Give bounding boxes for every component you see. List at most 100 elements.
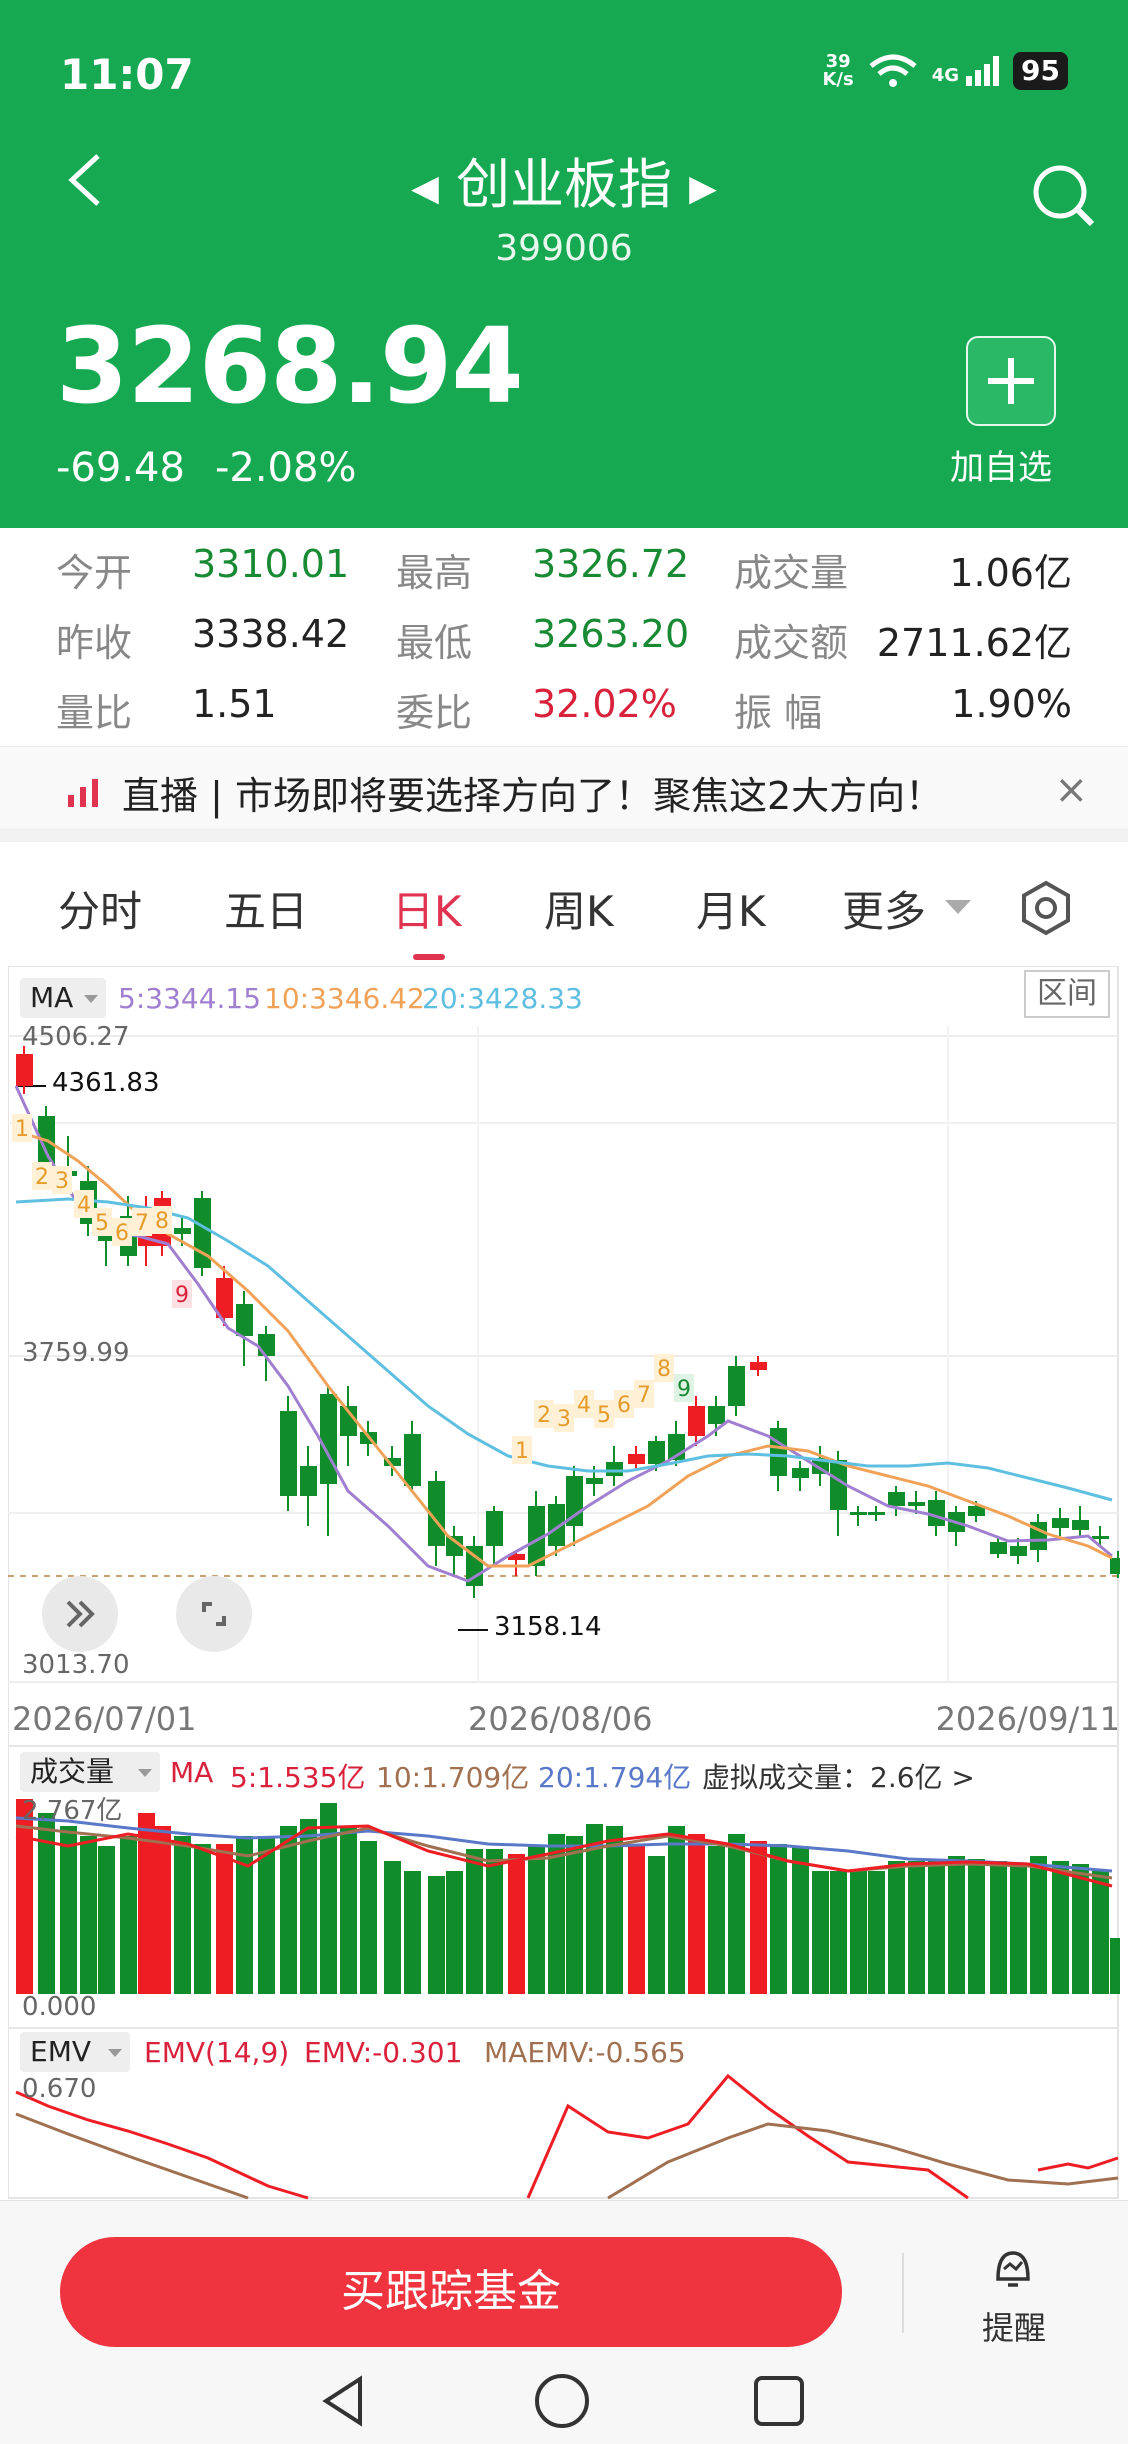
count-label: 7: [135, 1211, 149, 1236]
candle-body: [258, 1334, 275, 1356]
date-label: 2026/07/01: [12, 1700, 197, 1738]
prev-stock-icon[interactable]: ◀: [411, 168, 439, 209]
tab-more[interactable]: 更多: [842, 878, 926, 939]
count-label: 7: [637, 1383, 651, 1408]
volume-bar: [508, 1854, 525, 1994]
maemv-value: MAEMV:-0.565: [484, 2036, 686, 2069]
tab-weekly-k[interactable]: 周K: [544, 878, 614, 939]
volume-bar: [566, 1836, 583, 1994]
count-label: 5: [597, 1403, 611, 1428]
candle-body: [1072, 1520, 1089, 1530]
buy-fund-button[interactable]: 买跟踪基金: [60, 2237, 842, 2347]
stat-value: 32.02%: [532, 682, 677, 726]
volume-bar: [98, 1846, 115, 1994]
volume-bar: [688, 1834, 705, 1994]
candle-body: [628, 1454, 645, 1464]
vol-ma5-legend: 5:1.535亿: [230, 1761, 366, 1794]
volume-bar: [606, 1826, 623, 1994]
volume-bar: [340, 1826, 357, 1994]
count-label: 6: [617, 1393, 631, 1418]
stat-value: 3338.42: [192, 612, 350, 656]
emv-selector[interactable]: EMV: [20, 2032, 130, 2072]
vol-ma20-legend: 20:1.794亿: [538, 1761, 692, 1794]
volume-bar: [868, 1871, 885, 1994]
volume-bar: [280, 1826, 297, 1994]
vol-axis-zero: 0.000: [22, 1992, 97, 2022]
expand-button[interactable]: [42, 1576, 118, 1652]
count-label: 4: [577, 1393, 591, 1418]
nav-back-icon[interactable]: [318, 2373, 368, 2429]
emv-line-c: [1037, 2156, 1119, 2172]
net-speed: 39 K/s: [822, 51, 854, 90]
stat-label: 今开: [56, 551, 133, 595]
volume-bar: [428, 1876, 445, 1994]
news-text[interactable]: 直播 | 市场即将要选择方向了！聚焦这2大方向！: [122, 765, 943, 820]
fullscreen-button[interactable]: [176, 1576, 252, 1652]
close-icon[interactable]: ×: [1054, 767, 1088, 813]
add-watchlist-label[interactable]: 加自选: [950, 440, 1052, 489]
tab-intraday[interactable]: 分时: [58, 878, 142, 939]
volume-bar: [888, 1861, 905, 1994]
range-button[interactable]: 区间: [1024, 970, 1110, 1018]
count-label: 9: [677, 1377, 691, 1402]
next-stock-icon[interactable]: ▶: [689, 168, 717, 209]
candle-body: [990, 1542, 1007, 1554]
stat-label: 成交量: [734, 551, 849, 595]
candle-body: [750, 1362, 767, 1370]
volume-bar: [60, 1826, 77, 1994]
low-marker: 3158.14: [494, 1612, 602, 1642]
chart-canvas[interactable]: 12 345 6 7 8912 34 5 6 789: [8, 966, 1120, 2200]
nav-home-icon[interactable]: [532, 2373, 592, 2429]
volume-bar: [404, 1871, 421, 1994]
ma-selector[interactable]: MA: [20, 978, 106, 1018]
tab-monthly-k[interactable]: 月K: [696, 878, 766, 939]
stock-title[interactable]: ◀ 创业板指 ▶: [0, 140, 1128, 219]
chart-frame: [8, 966, 1119, 2199]
live-news-banner[interactable]: 直播 | 市场即将要选择方向了！聚焦这2大方向！ ×: [0, 746, 1128, 830]
nav-recents-icon[interactable]: [752, 2373, 806, 2429]
count-label: 9: [175, 1283, 189, 1308]
status-time: 11:07: [60, 50, 194, 99]
remind-label[interactable]: 提醒: [982, 2303, 1046, 2349]
price-change: -69.48 -2.08%: [56, 445, 357, 491]
volume-bar: [360, 1841, 377, 1994]
stat-label: 最高: [396, 551, 473, 595]
volume-bar: [446, 1871, 463, 1994]
volume-bar: [968, 1859, 985, 1994]
volume-bar: [1052, 1861, 1069, 1994]
tab-daily-k[interactable]: 日K: [392, 878, 462, 939]
candle-body: [868, 1512, 885, 1515]
emv-value: EMV:-0.301: [304, 2036, 463, 2069]
volume-bar: [850, 1871, 867, 1994]
live-bars-icon: [68, 779, 98, 807]
candle-body: [688, 1406, 705, 1436]
date-label: 2026/09/11: [935, 1700, 1120, 1738]
stat-value: 1.06亿: [949, 551, 1072, 595]
volume-bar: [154, 1826, 171, 1994]
bell-icon[interactable]: [990, 2245, 1036, 2291]
volume-bar: [174, 1836, 191, 1994]
settings-icon[interactable]: [1018, 880, 1074, 936]
stat-label: 量比: [56, 691, 133, 735]
volume-bar: [528, 1846, 545, 1994]
volume-bar: [384, 1861, 401, 1994]
stat-value: 1.90%: [951, 682, 1072, 726]
volume-bar: [194, 1844, 211, 1994]
volume-bar: [466, 1849, 483, 1994]
kline-chart[interactable]: 123456789123456789 MA 5:3344.15 10:3346.…: [8, 966, 1120, 2200]
vol-axis-top: 2.767亿: [22, 1796, 123, 1826]
volume-bar: [648, 1856, 665, 1994]
stat-label: 振 幅: [734, 691, 823, 735]
virtual-volume-link[interactable]: 虚拟成交量：2.6亿 >: [702, 1756, 975, 1796]
volume-bar: [668, 1826, 685, 1994]
tab-five-day[interactable]: 五日: [224, 878, 308, 939]
candle-body: [888, 1492, 905, 1506]
add-watchlist-button[interactable]: [966, 336, 1056, 426]
count-label: 3: [55, 1169, 69, 1194]
volume-bar: [830, 1871, 847, 1994]
stat-value: 2711.62亿: [876, 621, 1072, 665]
vol-ma-label: MA: [170, 1756, 214, 1789]
volume-bar: [708, 1846, 725, 1994]
volume-selector[interactable]: 成交量: [20, 1752, 160, 1792]
search-icon[interactable]: [1028, 160, 1098, 230]
